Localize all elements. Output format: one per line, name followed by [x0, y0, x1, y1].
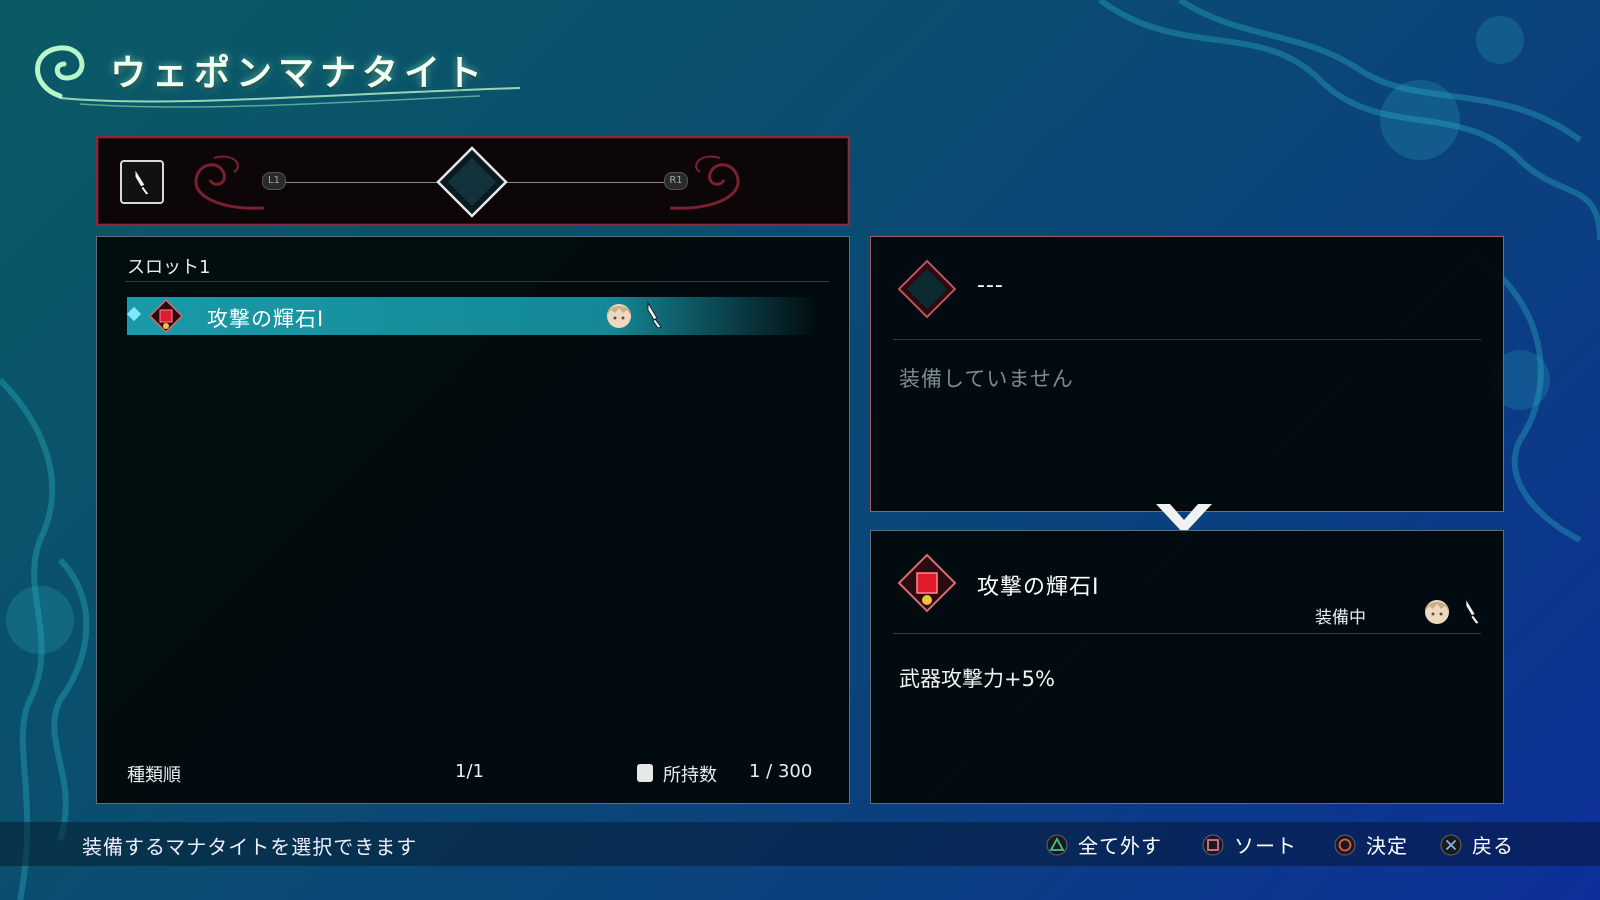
sword-icon	[1465, 597, 1480, 625]
l1-button-hint[interactable]: L1	[262, 172, 286, 190]
sort-label: ソート	[1234, 834, 1297, 858]
item-name: 攻撃の輝石Ⅰ	[207, 307, 325, 331]
slot-label: スロット1	[127, 257, 211, 278]
triangle-button-icon	[1046, 834, 1068, 855]
back-button[interactable]: 戻る	[1440, 830, 1514, 859]
unequip-all-button[interactable]: 全て外す	[1046, 830, 1162, 859]
current-item-name: ---	[977, 273, 1004, 298]
current-equipment-panel: --- 装備していません	[870, 236, 1504, 512]
confirm-button[interactable]: 決定	[1334, 830, 1408, 859]
square-button-icon	[1202, 834, 1224, 855]
weapon-selector-bar[interactable]: L1 R1	[96, 136, 850, 226]
current-status-text: 装備していません	[899, 367, 1074, 391]
unequip-all-label: 全て外す	[1078, 834, 1162, 858]
back-label: 戻る	[1472, 834, 1514, 858]
selected-item-detail-panel: 攻撃の輝石Ⅰ 装備中 武器攻撃力+5%	[870, 530, 1504, 804]
sword-icon	[647, 301, 662, 329]
owned-count: 1 / 300	[749, 761, 813, 782]
character-face-icon	[1425, 600, 1449, 624]
sort-order-label: 種類順	[127, 765, 181, 786]
divider	[125, 281, 829, 282]
page-counter: 1/1	[455, 761, 484, 782]
cursor-icon	[126, 306, 142, 322]
owned-count-icon	[637, 764, 653, 782]
list-footer: 種類順 1/1 所持数 1 / 300	[97, 761, 849, 787]
attack-gem-icon	[897, 553, 957, 613]
title-area: ウェポンマナタイト	[20, 36, 540, 116]
divider	[893, 339, 1481, 340]
owned-label: 所持数	[663, 765, 717, 786]
selected-item-name: 攻撃の輝石Ⅰ	[977, 575, 1100, 600]
page-title: ウェポンマナタイト	[110, 53, 489, 94]
attack-gem-icon	[149, 299, 183, 333]
confirm-label: 決定	[1366, 834, 1408, 858]
bottom-hint-bar: 装備するマナタイトを選択できます 全て外す ソート 決定 戻る	[0, 822, 1600, 866]
character-face-icon	[607, 304, 631, 328]
list-item[interactable]: 攻撃の輝石Ⅰ	[126, 297, 817, 335]
item-effect-text: 武器攻撃力+5%	[899, 667, 1055, 691]
circle-button-icon	[1334, 834, 1356, 855]
sort-button[interactable]: ソート	[1202, 830, 1297, 859]
manatite-list-panel: スロット1 攻撃の輝石Ⅰ 種類順 1/1 所持数 1 / 300	[96, 236, 850, 804]
cross-button-icon	[1440, 834, 1462, 855]
left-ornament	[194, 155, 265, 210]
divider	[893, 633, 1481, 634]
empty-gem-slot-icon	[897, 259, 957, 319]
sword-icon	[134, 167, 150, 196]
r1-button-hint[interactable]: R1	[664, 172, 688, 190]
weapon-type-button[interactable]	[120, 160, 164, 204]
equipped-tag: 装備中	[1315, 608, 1366, 628]
help-hint-text: 装備するマナタイトを選択できます	[82, 835, 418, 859]
weapon-slot-diamond-icon[interactable]	[436, 146, 508, 218]
